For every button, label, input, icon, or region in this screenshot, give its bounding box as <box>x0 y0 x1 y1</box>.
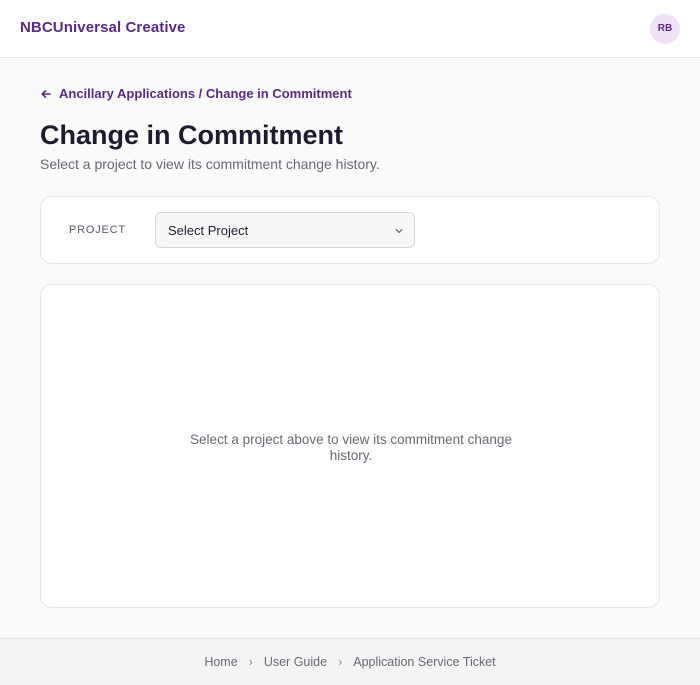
project-label: PROJECT <box>69 224 126 236</box>
project-filter-card: PROJECT Select Project <box>40 196 660 264</box>
page-subtitle: Select a project to view its commitment … <box>40 156 380 172</box>
page-title: Change in Commitment <box>40 120 344 150</box>
chevron-down-icon <box>395 228 403 234</box>
project-select-value: Select Project <box>168 223 249 238</box>
footer-separator: › <box>338 655 343 669</box>
arrow-left-icon <box>41 89 51 98</box>
brand-logo-text[interactable]: NBCUniversal Creative <box>20 19 186 36</box>
top-bar: NBCUniversal Creative RB <box>0 0 700 58</box>
commitment-history-panel: Select a project above to view its commi… <box>40 284 660 608</box>
footer-nav: Home › User Guide › Application Service … <box>0 638 700 685</box>
empty-state-message: Select a project above to view its commi… <box>190 432 512 463</box>
footer-separator: › <box>248 655 253 669</box>
breadcrumb-text: Ancillary Applications / Change in Commi… <box>59 86 352 101</box>
breadcrumb-back-link[interactable]: Ancillary Applications / Change in Commi… <box>40 86 352 101</box>
footer-link-user-guide[interactable]: User Guide <box>264 655 327 669</box>
project-select[interactable]: Select Project <box>155 212 415 248</box>
footer-link-service-ticket[interactable]: Application Service Ticket <box>353 655 495 669</box>
footer-link-home[interactable]: Home <box>204 655 237 669</box>
user-avatar[interactable]: RB <box>650 14 680 44</box>
